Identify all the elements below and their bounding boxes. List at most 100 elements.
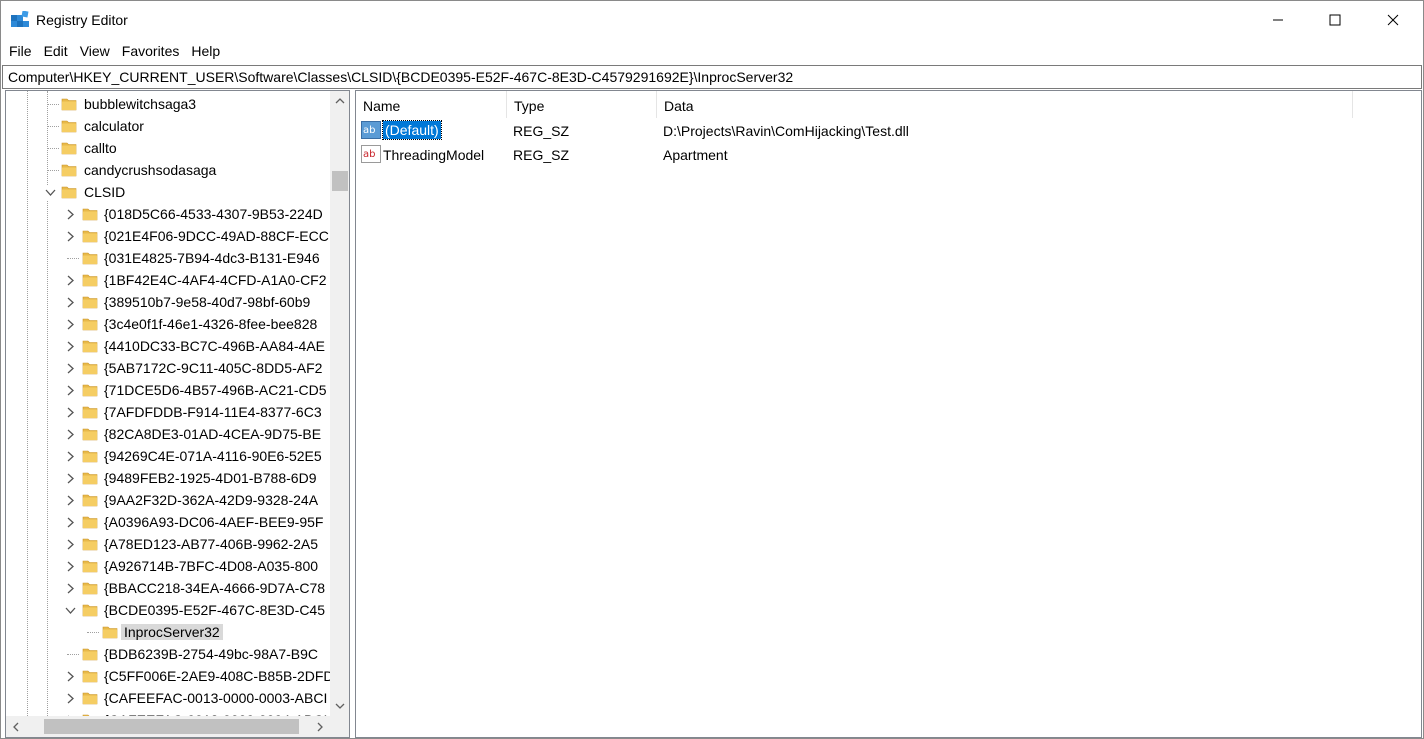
chevron-right-icon[interactable] (63, 404, 77, 420)
value-name[interactable]: ThreadingModel (383, 147, 484, 163)
tree-item[interactable]: calculator (6, 115, 330, 137)
tree-item[interactable]: {A78ED123-AB77-406B-9962-2A5 (6, 533, 330, 555)
tree-vertical-scrollbar[interactable] (330, 91, 349, 716)
tree-guide-line (67, 654, 79, 655)
value-row-default[interactable]: ab (Default) REG_SZ D:\Projects\Ravin\Co… (356, 119, 1356, 142)
svg-text:ab: ab (363, 149, 375, 160)
chevron-right-icon[interactable] (63, 426, 77, 442)
tree-item[interactable]: {BDB6239B-2754-49bc-98A7-B9C (6, 643, 330, 665)
tree-item[interactable]: candycrushsodasaga (6, 159, 330, 181)
tree-item-label: InprocServer32 (121, 624, 223, 640)
tree-item[interactable]: {021E4F06-9DCC-49AD-88CF-ECC (6, 225, 330, 247)
folder-icon (82, 316, 98, 332)
folder-icon (82, 206, 98, 222)
tree-item-label: {C5FF006E-2AE9-408C-B85B-2DFD (104, 668, 330, 684)
column-header-name[interactable]: Name (356, 91, 507, 118)
menu-edit[interactable]: Edit (38, 40, 74, 64)
tree-item-label: {9AA2F32D-362A-42D9-9328-24A (104, 492, 319, 508)
scroll-left-button[interactable] (6, 716, 26, 737)
tree-item[interactable]: {C5FF006E-2AE9-408C-B85B-2DFD (6, 665, 330, 687)
tree-item[interactable]: {4410DC33-BC7C-496B-AA84-4AE (6, 335, 330, 357)
tree-item[interactable]: CLSID (6, 181, 330, 203)
menu-file[interactable]: File (3, 40, 38, 64)
tree-horizontal-scrollbar[interactable] (6, 716, 330, 737)
chevron-right-icon[interactable] (63, 580, 77, 596)
chevron-up-icon (335, 98, 345, 104)
tree-item[interactable]: {3c4e0f1f-46e1-4326-8fee-bee828 (6, 313, 330, 335)
tree-item[interactable]: {A926714B-7BFC-4D08-A035-800 (6, 555, 330, 577)
horizontal-scroll-thumb[interactable] (44, 719, 299, 734)
folder-icon (82, 690, 98, 706)
tree-item-label: {9489FEB2-1925-4D01-B788-6D9 (104, 470, 317, 486)
tree-item[interactable]: {BBACC218-34EA-4666-9D7A-C78 (6, 577, 330, 599)
chevron-right-icon[interactable] (63, 690, 77, 706)
scroll-right-button[interactable] (310, 716, 330, 737)
folder-icon (82, 228, 98, 244)
maximize-button[interactable] (1306, 1, 1364, 39)
tree-item-label: {3c4e0f1f-46e1-4326-8fee-bee828 (104, 316, 318, 332)
tree-item[interactable]: {9AA2F32D-362A-42D9-9328-24A (6, 489, 330, 511)
chevron-right-icon[interactable] (63, 558, 77, 574)
tree-item-selected[interactable]: InprocServer32 (6, 621, 330, 643)
scroll-down-button[interactable] (330, 696, 349, 716)
string-value-icon: ab (361, 121, 381, 139)
tree-item[interactable]: callto (6, 137, 330, 159)
chevron-right-icon[interactable] (63, 492, 77, 508)
tree-item[interactable]: {389510b7-9e58-40d7-98bf-60b9 (6, 291, 330, 313)
tree-item-label: {71DCE5D6-4B57-496B-AC21-CD5 (104, 382, 327, 398)
chevron-down-icon[interactable] (43, 184, 57, 200)
tree-item[interactable]: {CAFEEFAC-0013-0000-0003-ABCI (6, 687, 330, 709)
tree-item[interactable]: {CAFEEFAC-0013-0000-0004-ABCI (6, 709, 330, 716)
minimize-button[interactable] (1249, 1, 1307, 39)
chevron-right-icon[interactable] (63, 536, 77, 552)
chevron-right-icon[interactable] (63, 382, 77, 398)
chevron-right-icon[interactable] (63, 316, 77, 332)
tree-item-label: {1BF42E4C-4AF4-4CFD-A1A0-CF2 (104, 272, 327, 288)
chevron-right-icon[interactable] (63, 294, 77, 310)
column-header-type[interactable]: Type (507, 91, 657, 118)
tree-item-label: {BBACC218-34EA-4666-9D7A-C78 (104, 580, 326, 596)
tree-item[interactable]: {82CA8DE3-01AD-4CEA-9D75-BE (6, 423, 330, 445)
folder-icon (61, 118, 77, 134)
chevron-right-icon[interactable] (63, 514, 77, 530)
tree-item-label: {021E4F06-9DCC-49AD-88CF-ECC (104, 228, 329, 244)
tree-item[interactable]: {9489FEB2-1925-4D01-B788-6D9 (6, 467, 330, 489)
value-type: REG_SZ (513, 123, 570, 139)
folder-icon (82, 580, 98, 596)
chevron-right-icon[interactable] (63, 448, 77, 464)
tree-item[interactable]: {031E4825-7B94-4dc3-B131-E946 (6, 247, 330, 269)
menu-favorites[interactable]: Favorites (116, 40, 186, 64)
value-type: REG_SZ (513, 147, 570, 163)
menu-bar: File Edit View Favorites Help (1, 40, 1423, 64)
registry-editor-window: Registry Editor File Edit View Favorites… (0, 0, 1424, 739)
vertical-scroll-thumb[interactable] (332, 171, 348, 191)
close-button[interactable] (1364, 1, 1422, 39)
chevron-right-icon[interactable] (63, 206, 77, 222)
chevron-right-icon[interactable] (63, 470, 77, 486)
tree-item[interactable]: {7AFDFDDB-F914-11E4-8377-6C3 (6, 401, 330, 423)
tree-item[interactable]: {71DCE5D6-4B57-496B-AC21-CD5 (6, 379, 330, 401)
chevron-right-icon[interactable] (63, 228, 77, 244)
folder-icon (102, 624, 118, 640)
value-name[interactable]: (Default) (382, 120, 442, 140)
scroll-up-button[interactable] (330, 91, 349, 111)
tree-item[interactable]: {1BF42E4C-4AF4-4CFD-A1A0-CF2 (6, 269, 330, 291)
column-header-data[interactable]: Data (657, 91, 1353, 118)
tree-item[interactable]: {018D5C66-4533-4307-9B53-224D (6, 203, 330, 225)
chevron-right-icon[interactable] (63, 272, 77, 288)
chevron-right-icon[interactable] (63, 338, 77, 354)
tree-item[interactable]: {BCDE0395-E52F-467C-8E3D-C45 (6, 599, 330, 621)
tree-item[interactable]: {5AB7172C-9C11-405C-8DD5-AF2 (6, 357, 330, 379)
tree-item[interactable]: bubblewitchsaga3 (6, 93, 330, 115)
chevron-down-icon[interactable] (63, 602, 77, 618)
address-bar[interactable]: Computer\HKEY_CURRENT_USER\Software\Clas… (2, 65, 1422, 89)
menu-view[interactable]: View (74, 40, 116, 64)
chevron-right-icon[interactable] (63, 668, 77, 684)
value-row-threadingmodel[interactable]: ab ThreadingModel REG_SZ Apartment (356, 143, 1356, 166)
tree-guide-line (47, 170, 59, 171)
folder-icon (61, 184, 77, 200)
menu-help[interactable]: Help (185, 40, 226, 64)
tree-item[interactable]: {A0396A93-DC06-4AEF-BEE9-95F (6, 511, 330, 533)
tree-item[interactable]: {94269C4E-071A-4116-90E6-52E5 (6, 445, 330, 467)
chevron-right-icon[interactable] (63, 360, 77, 376)
